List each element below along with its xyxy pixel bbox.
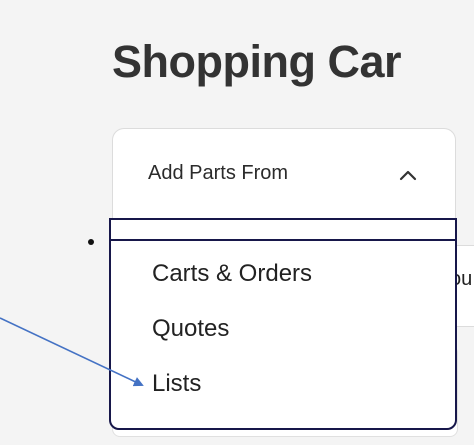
arrow-icon: [0, 317, 144, 387]
